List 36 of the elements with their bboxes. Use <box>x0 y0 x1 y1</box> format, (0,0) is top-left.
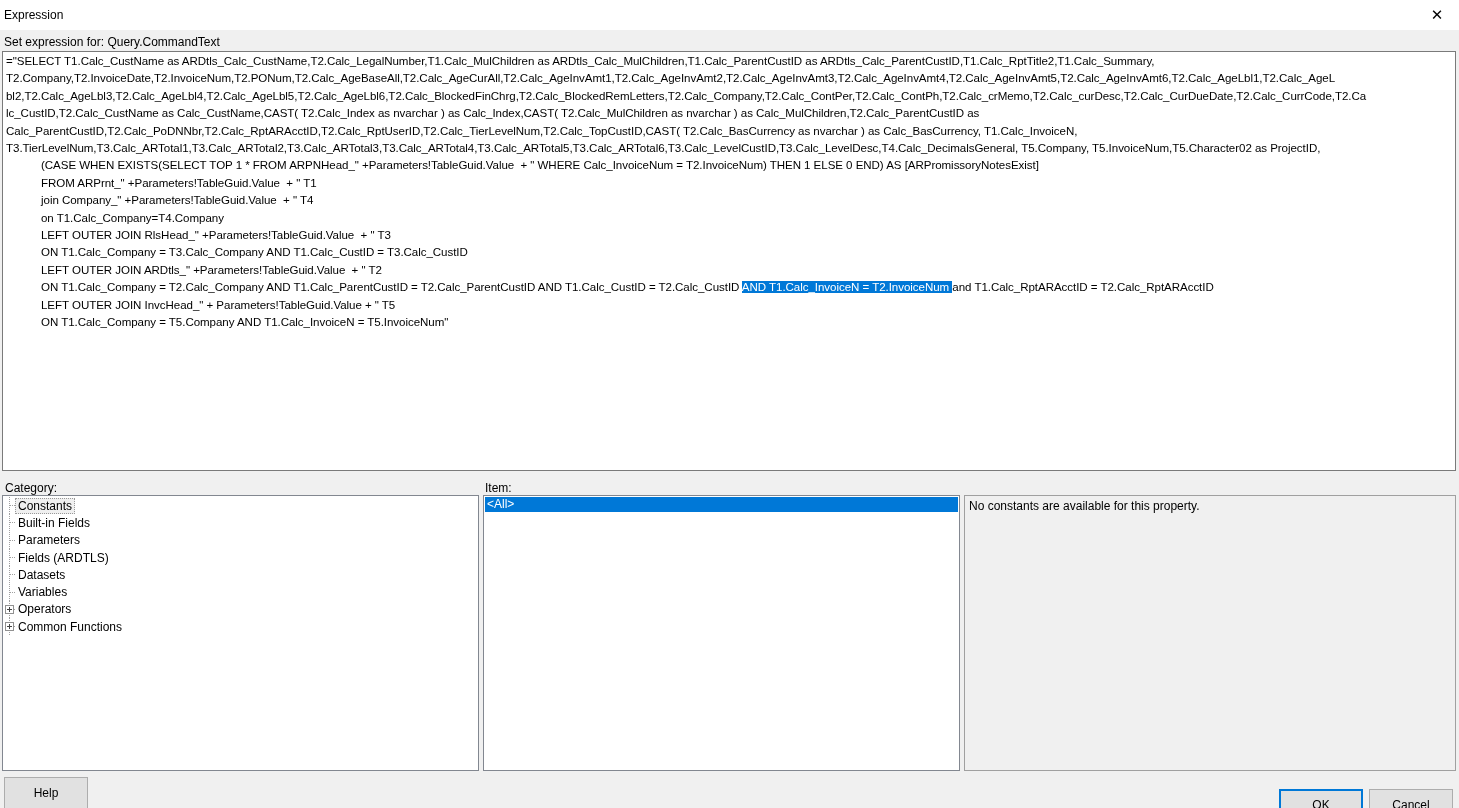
code-text: ON T1.Calc_Company = T3.Calc_Company AND T1.Calc_CustID = T3.Calc_CustID <box>41 246 468 259</box>
code-text: ="SELECT T1.Calc_CustName as ARDtls_Calc_CustName,T2.Calc_LegalNumber,T1.Calc_MulChildren as ARDtls_Calc_MulChildren,T1.Calc_ParentCustID as ARDtls_Calc_ParentCustID,T1.Calc_RptTitle2,T1.Calc_Summary, <box>6 55 1155 67</box>
code-text: FROM ARPrnt_" +Parameters!TableGuid.Value + " T1 <box>41 176 317 189</box>
tree-item[interactable]: Datasets <box>15 566 69 583</box>
category-label: Category: <box>4 481 59 495</box>
code-text: LEFT OUTER JOIN ARDtls_" +Parameters!TableGuid.Value + " T2 <box>41 263 382 276</box>
code-text: T3.TierLevelNum,T3.Calc_ARTotal1,T3.Calc_ARTotal2,T3.Calc_ARTotal3,T3.Calc_ARTotal4,T3.Calc_ARTotal5,T3.Calc_ARTotal6,T3.Calc_LevelCustID,T3.Calc_LevelDesc,T4.Calc_DecimalsGeneral, T5.Company, T5.InvoiceNum,T5.Character02 as ProjectID, <box>6 142 1321 155</box>
selected-text: AND T1.Calc_InvoiceN = T2.InvoiceNum <box>741 281 953 294</box>
tree-item[interactable]: Common Functions <box>15 618 126 635</box>
tree-item[interactable]: Parameters <box>15 532 84 549</box>
expression-label: Set expression for: Query.CommandText <box>3 34 221 51</box>
item-label: Item: <box>484 481 513 495</box>
code-text: ON T1.Calc_Company = T2.Calc_Company AND T1.Calc_ParentCustID = T2.Calc_ParentCustID AND T1.Calc_CustID = T2.Calc_CustID <box>41 281 741 294</box>
tree-item[interactable]: Operators <box>15 601 75 618</box>
code-text: bl2,T2.Calc_AgeLbl3,T2.Calc_AgeLbl4,T2.Calc_AgeLbl5,T2.Calc_AgeLbl6,T2.Calc_BlockedFinChrg,T2.Calc_BlockedRemLetters,T2.Calc_Company,T2.Calc_ContPer,T2.Calc_ContPh,T2.Calc_crMemo,T2.Calc_curDesc,T2.Calc_CurDueDate,T2.Calc_CurrCode,T2.Ca <box>6 89 1367 102</box>
code-text: LEFT OUTER JOIN InvcHead_" + Parameters!TableGuid.Value + " T5 <box>41 298 396 311</box>
code-text: lc_CustID,T2.Calc_CustName as Calc_CustName,CAST( T2.Calc_Index as nvarchar ) as Calc_Index,CAST( T2.Calc_MulChildren as nvarchar ) as Calc_MulChildren,T2.Calc_ParentCustID as <box>6 107 980 120</box>
list-item[interactable]: <All> <box>485 497 958 512</box>
description-text: No constants are available for this property. <box>969 499 1200 513</box>
expand-icon[interactable] <box>5 622 14 632</box>
code-text: and T1.Calc_RptARAcctID = T2.Calc_RptARAcctID <box>952 281 1214 294</box>
help-button[interactable]: Help <box>4 777 88 808</box>
code-text: join Company_" +Parameters!TableGuid.Value + " T4 <box>41 194 314 207</box>
tree-item[interactable]: Constants <box>15 497 76 514</box>
tree-item[interactable]: Variables <box>15 584 71 601</box>
close-button[interactable]: ✕ <box>1415 0 1459 30</box>
code-text: T2.Company,T2.InvoiceDate,T2.InvoiceNum,T2.PONum,T2.Calc_AgeBaseAll,T2.Calc_AgeCurAll,T2.Calc_AgeInvAmt1,T2.Calc_AgeInvAmt2,T2.Calc_AgeInvAmt3,T2.Calc_AgeInvAmt4,T2.Calc_AgeInvAmt5,T2.Calc_AgeInvAmt6,T2.Calc_AgeLbl1,T2.Calc_AgeL <box>6 72 1336 85</box>
expand-icon[interactable] <box>5 604 14 614</box>
window-title: Expression <box>4 8 64 22</box>
tree-item[interactable]: Built-in Fields <box>15 514 94 531</box>
tree-item[interactable]: Fields (ARDTLS) <box>15 549 112 566</box>
code-text: LEFT OUTER JOIN RlsHead_" +Parameters!TableGuid.Value + " T3 <box>41 229 391 242</box>
code-text: on T1.Calc_Company=T4.Company <box>41 211 224 224</box>
code-text: ON T1.Calc_Company = T5.Company AND T1.Calc_InvoiceN = T5.InvoiceNum" <box>41 316 449 329</box>
code-text: Calc_ParentCustID,T2.Calc_PoDNNbr,T2.Calc_RptARAcctID,T2.Calc_RptUserID,T2.Calc_TierLevelNum,T2.Calc_TopCustID,CAST( T2.Calc_BasCurrency as nvarchar ) as Calc_BasCurrency, T1.Calc_InvoiceN, <box>6 124 1078 137</box>
code-text: (CASE WHEN EXISTS(SELECT TOP 1 * FROM ARPNHead_" +Parameters!TableGuid.Value + " WHERE Calc_InvoiceNum = T2.InvoiceNum) THEN 1 ELSE 0 END) AS [ARPromissoryNotesExist] <box>41 159 1039 172</box>
